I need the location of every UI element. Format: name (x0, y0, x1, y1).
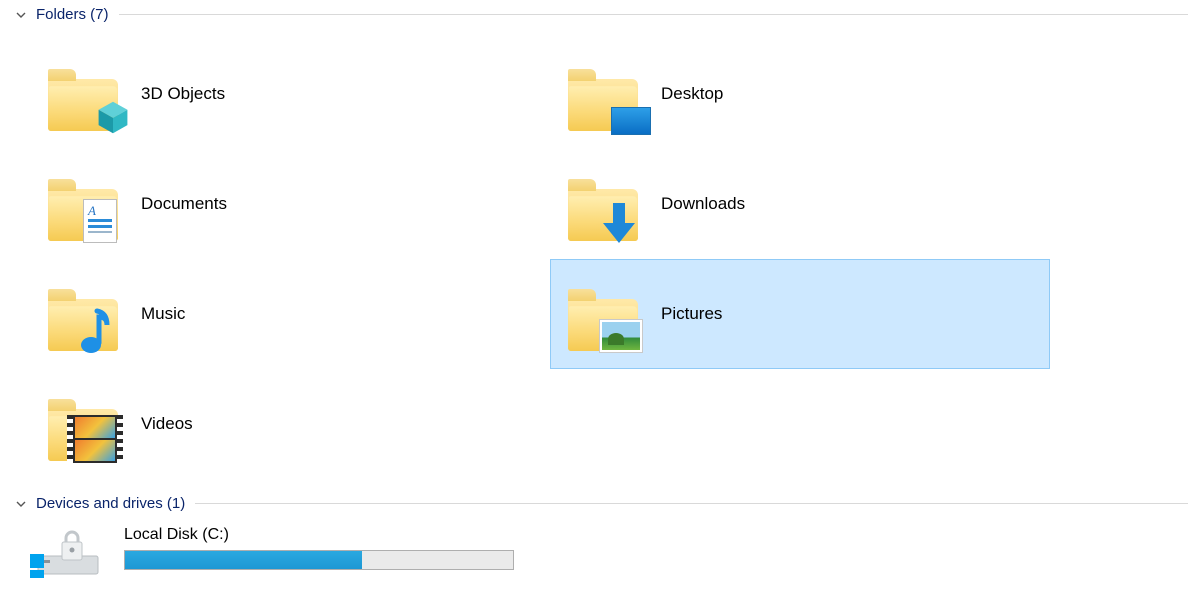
folder-item-music[interactable]: Music (30, 259, 530, 369)
folder-label: Pictures (661, 304, 722, 324)
drive-icon (30, 526, 110, 578)
cube-icon (95, 99, 131, 135)
drive-capacity-fill (125, 551, 362, 569)
section-header-drives[interactable]: Devices and drives (1) (0, 489, 1200, 518)
folder-label: Documents (141, 194, 227, 214)
folder-label: Music (141, 304, 185, 324)
drive-capacity-bar (124, 550, 514, 570)
folder-icon-pictures (561, 277, 645, 351)
section-title: Folders (7) (36, 6, 109, 23)
folder-item-videos[interactable]: Videos (30, 369, 530, 479)
folder-icon-downloads (561, 167, 645, 241)
chevron-down-icon (14, 497, 28, 511)
section-rule (195, 503, 1188, 504)
folder-item-downloads[interactable]: Downloads (550, 149, 1050, 259)
monitor-icon (611, 107, 651, 135)
folder-label: Videos (141, 414, 193, 434)
folder-item-desktop[interactable]: Desktop (550, 39, 1050, 149)
folder-icon-3d-objects (41, 57, 125, 131)
folder-icon-desktop (561, 57, 645, 131)
folder-label: Desktop (661, 84, 723, 104)
document-icon: A (83, 199, 117, 243)
folder-item-3d-objects[interactable]: 3D Objects (30, 39, 530, 149)
drive-label: Local Disk (C:) (124, 526, 524, 544)
folder-item-pictures[interactable]: Pictures (550, 259, 1050, 369)
download-arrow-icon (599, 201, 639, 245)
photo-icon (599, 319, 643, 353)
music-note-icon (77, 307, 111, 355)
section-title: Devices and drives (1) (36, 495, 185, 512)
drive-body: Local Disk (C:) (124, 526, 524, 570)
folder-icon-music (41, 277, 125, 351)
drive-item-local-disk-c[interactable]: Local Disk (C:) (0, 518, 1200, 578)
folder-icon-videos (41, 387, 125, 461)
folder-item-documents[interactable]: A Documents (30, 149, 530, 259)
film-icon (73, 415, 117, 463)
folder-label: 3D Objects (141, 84, 225, 104)
folder-label: Downloads (661, 194, 745, 214)
folder-icon-documents: A (41, 167, 125, 241)
folders-grid: 3D Objects Desktop A Documents (0, 29, 1200, 489)
chevron-down-icon (14, 8, 28, 22)
section-rule (119, 14, 1188, 15)
section-header-folders[interactable]: Folders (7) (0, 0, 1200, 29)
